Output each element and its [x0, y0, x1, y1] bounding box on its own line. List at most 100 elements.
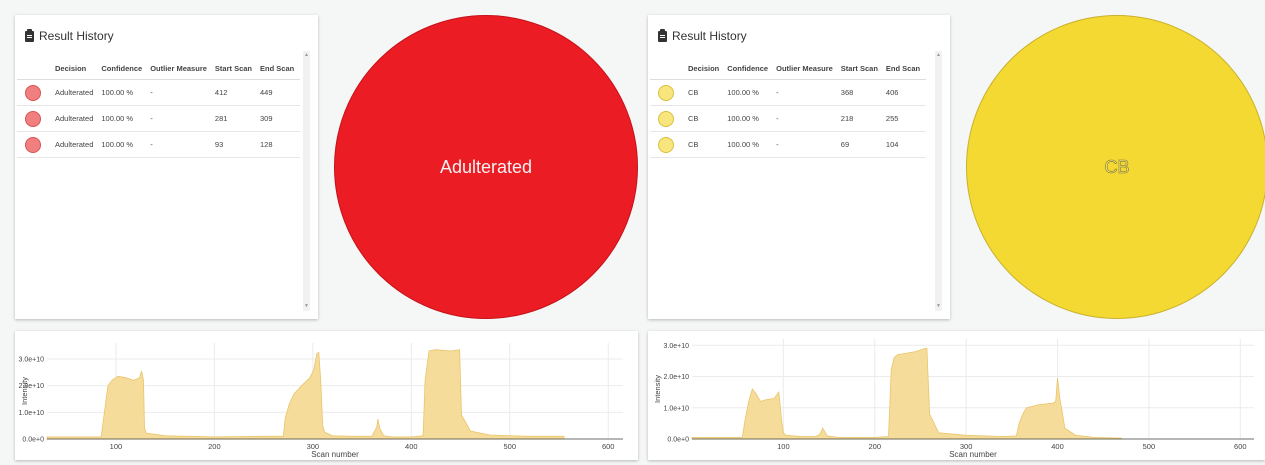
col-dot: [650, 57, 680, 80]
end-scan-cell: 309: [252, 105, 301, 132]
y-tick-label: 0.0e+0: [667, 437, 689, 444]
outlier-cell: -: [768, 105, 833, 132]
confidence-cell: 100.00 %: [719, 131, 769, 158]
x-axis-title: Scan number: [311, 450, 359, 459]
start-scan-cell: 69: [832, 131, 878, 158]
col-outlier-measure[interactable]: Outlier Measure: [142, 57, 207, 80]
x-axis-title: Scan number: [949, 450, 997, 459]
y-tick-label: 1.0e+10: [19, 410, 45, 417]
decision-cell: Adulterated: [47, 79, 94, 106]
start-scan-cell: 412: [206, 79, 253, 106]
status-label: Adulterated: [439, 156, 533, 177]
y-tick-label: 1.0e+10: [664, 405, 690, 412]
end-scan-cell: 449: [252, 79, 301, 106]
decision-dot-icon: [658, 136, 674, 153]
x-tick-label: 500: [504, 442, 517, 451]
scroll-down-arrow-icon[interactable]: ▼: [936, 304, 941, 309]
x-tick-label: 500: [1143, 442, 1156, 451]
table-row[interactable]: CB 100.00 % - 69 104: [650, 131, 927, 158]
outlier-cell: -: [142, 131, 207, 158]
result-history-card-left: Result History Decision Confidence Outli…: [15, 15, 318, 319]
table-row[interactable]: Adulterated 100.00 % - 412 449: [17, 79, 301, 106]
start-scan-cell: 281: [206, 105, 253, 132]
x-tick-label: 100: [777, 442, 790, 451]
outlier-cell: -: [768, 79, 833, 106]
x-tick-label: 400: [1051, 442, 1064, 451]
table-scrollbar[interactable]: ▲ ▼: [303, 51, 310, 311]
end-scan-cell: 104: [877, 131, 927, 158]
result-history-table: Decision Confidence Outlier Measure Star…: [650, 57, 927, 158]
col-confidence[interactable]: Confidence: [719, 57, 769, 80]
col-end-scan[interactable]: End Scan: [877, 57, 927, 80]
decision-dot-icon: [25, 110, 41, 127]
x-tick-label: 600: [602, 442, 615, 451]
decision-cell: CB: [680, 79, 720, 106]
confidence-cell: 100.00 %: [93, 105, 143, 132]
confidence-cell: 100.00 %: [93, 79, 143, 106]
start-scan-cell: 368: [832, 79, 878, 106]
start-scan-cell: 93: [206, 131, 253, 158]
confidence-cell: 100.00 %: [93, 131, 143, 158]
start-scan-cell: 218: [832, 105, 878, 132]
col-start-scan[interactable]: Start Scan: [832, 57, 878, 80]
decision-cell: CB: [680, 105, 720, 132]
y-tick-label: 3.0e+10: [664, 343, 690, 350]
end-scan-cell: 406: [877, 79, 927, 106]
x-tick-label: 100: [110, 442, 123, 451]
status-indicator-right: CB: [966, 15, 1265, 319]
x-tick-label: 600: [1234, 442, 1247, 451]
chart-card-left: 100 200 300 400 500 600 0.0e+0 1.0e+10 2.0e+10 3.…: [15, 331, 638, 460]
x-tick-label: 200: [208, 442, 221, 451]
col-decision[interactable]: Decision: [47, 57, 94, 80]
y-tick-label: 2.0e+10: [664, 374, 690, 381]
decision-cell: Adulterated: [47, 131, 94, 158]
chart-card-right: 100 200 300 400 500 600 0.0e+0 1.0e+10 2.0e+10 3.…: [648, 331, 1265, 460]
col-end-scan[interactable]: End Scan: [252, 57, 301, 80]
outlier-cell: -: [768, 131, 833, 158]
decision-dot-icon: [25, 136, 41, 153]
col-decision[interactable]: Decision: [680, 57, 720, 80]
result-history-title: Result History: [25, 28, 114, 43]
intensity-area-series: [46, 349, 565, 440]
end-scan-cell: 128: [252, 131, 301, 158]
table-row[interactable]: CB 100.00 % - 218 255: [650, 105, 927, 132]
decision-cell: Adulterated: [47, 105, 94, 132]
result-history-card-right: Result History Decision Confidence Outli…: [648, 15, 950, 319]
confidence-cell: 100.00 %: [719, 105, 769, 132]
end-scan-cell: 255: [877, 105, 927, 132]
x-tick-label: 200: [869, 442, 882, 451]
decision-dot-icon: [658, 110, 674, 127]
col-confidence[interactable]: Confidence: [93, 57, 143, 80]
intensity-chart-left: 100 200 300 400 500 6000.0e+01.0e+102.0e+103.…: [19, 343, 623, 459]
clipboard-icon: [658, 28, 667, 42]
scroll-up-arrow-icon[interactable]: ▲: [304, 53, 309, 58]
outlier-cell: -: [142, 105, 207, 132]
col-outlier-measure[interactable]: Outlier Measure: [768, 57, 833, 80]
y-axis-title: Intensity: [653, 375, 662, 403]
table-row[interactable]: CB 100.00 % - 368 406: [650, 79, 927, 106]
y-tick-label: 3.0e+10: [19, 357, 45, 364]
y-axis-title: Intensity: [20, 377, 29, 405]
status-label: CB: [1104, 156, 1130, 177]
clipboard-icon: [25, 28, 34, 42]
decision-dot-icon: [25, 84, 41, 101]
table-header-row: Decision Confidence Outlier Measure Star…: [17, 57, 301, 80]
table-row[interactable]: Adulterated 100.00 % - 93 128: [17, 131, 301, 158]
x-tick-label: 400: [405, 442, 418, 451]
col-dot: [17, 57, 47, 80]
decision-cell: CB: [680, 131, 720, 158]
table-header-row: Decision Confidence Outlier Measure Star…: [650, 57, 927, 80]
confidence-cell: 100.00 %: [719, 79, 769, 106]
col-start-scan[interactable]: Start Scan: [206, 57, 253, 80]
scroll-down-arrow-icon[interactable]: ▼: [304, 304, 309, 309]
table-scrollbar[interactable]: ▲ ▼: [935, 51, 942, 311]
scroll-up-arrow-icon[interactable]: ▲: [936, 53, 941, 58]
table-row[interactable]: Adulterated 100.00 % - 281 309: [17, 105, 301, 132]
result-history-table: Decision Confidence Outlier Measure Star…: [17, 57, 301, 158]
status-indicator-left: Adulterated: [334, 15, 638, 319]
outlier-cell: -: [142, 79, 207, 106]
y-tick-label: 0.0e+0: [22, 437, 44, 444]
intensity-chart-right: 100 200 300 400 500 6000.0e+01.0e+102.0e+103.…: [653, 339, 1254, 459]
result-history-title: Result History: [658, 28, 747, 43]
decision-dot-icon: [658, 84, 674, 101]
